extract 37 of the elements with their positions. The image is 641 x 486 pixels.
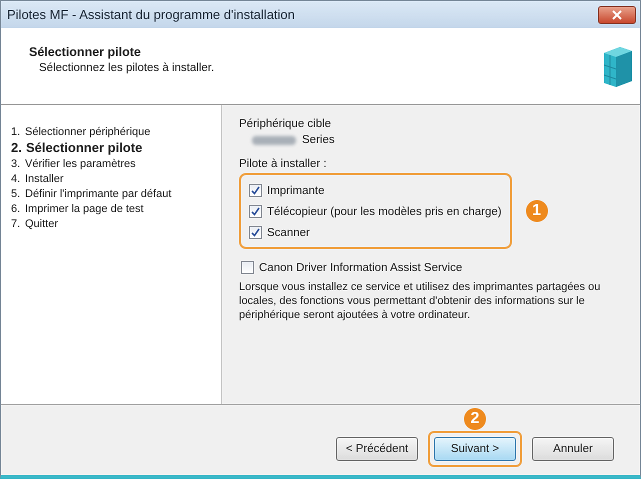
step-number: 2. bbox=[11, 140, 23, 156]
checkbox[interactable] bbox=[241, 261, 254, 274]
step-number: 5. bbox=[11, 187, 22, 201]
step-number: 6. bbox=[11, 202, 22, 216]
checkbox-label[interactable]: Scanner bbox=[267, 226, 310, 238]
step-badge: 2 bbox=[464, 408, 486, 430]
checkbox-label[interactable]: Imprimante bbox=[267, 184, 325, 196]
step-label: Sélectionner pilote bbox=[26, 140, 144, 156]
step-label: Sélectionner périphérique bbox=[25, 125, 152, 139]
checkbox-label[interactable]: Canon Driver Information Assist Service bbox=[259, 262, 462, 274]
dialog-button[interactable]: Suivant > bbox=[434, 437, 516, 461]
window-title: Pilotes MF - Assistant du programme d'installation bbox=[7, 7, 295, 22]
checkbox[interactable] bbox=[249, 226, 262, 239]
step-label: Installer bbox=[25, 172, 65, 186]
field-label: Pilote à installer : bbox=[239, 158, 328, 170]
step-label: Quitter bbox=[25, 217, 60, 231]
step-number: 1. bbox=[11, 125, 22, 139]
dialog-button[interactable]: < Précédent bbox=[336, 437, 418, 461]
description-text: Lorsque vous installez ce service et utilisez des imprimantes partagées ou locales, des fonctions vous permettant d'obtenir des informations sur le périphérique seront ajoutées à votre ordinateur. bbox=[239, 280, 602, 322]
step-number: 3. bbox=[11, 157, 22, 171]
step-label: Vérifier les paramètres bbox=[25, 157, 137, 171]
step-number: 4. bbox=[11, 172, 22, 186]
checkbox-label[interactable]: Télécopieur (pour les modèles pris en charge) bbox=[267, 206, 502, 218]
page-title: Sélectionner pilote bbox=[29, 45, 142, 59]
step-label: Définir l'imprimante par défaut bbox=[25, 187, 172, 201]
checkbox[interactable] bbox=[249, 205, 262, 218]
redacted-model bbox=[252, 136, 296, 144]
field-label: Périphérique cible bbox=[239, 118, 332, 130]
close-button[interactable] bbox=[598, 6, 636, 24]
dialog-button[interactable]: Annuler bbox=[532, 437, 614, 461]
step-label: Imprimer la page de test bbox=[25, 202, 145, 216]
step-number: 7. bbox=[11, 217, 22, 231]
step-badge: 1 bbox=[526, 200, 548, 222]
checkbox[interactable] bbox=[249, 184, 262, 197]
close-icon bbox=[612, 10, 622, 20]
page-subtitle: Sélectionnez les pilotes à installer. bbox=[38, 62, 214, 74]
device-name: Series bbox=[302, 134, 335, 146]
